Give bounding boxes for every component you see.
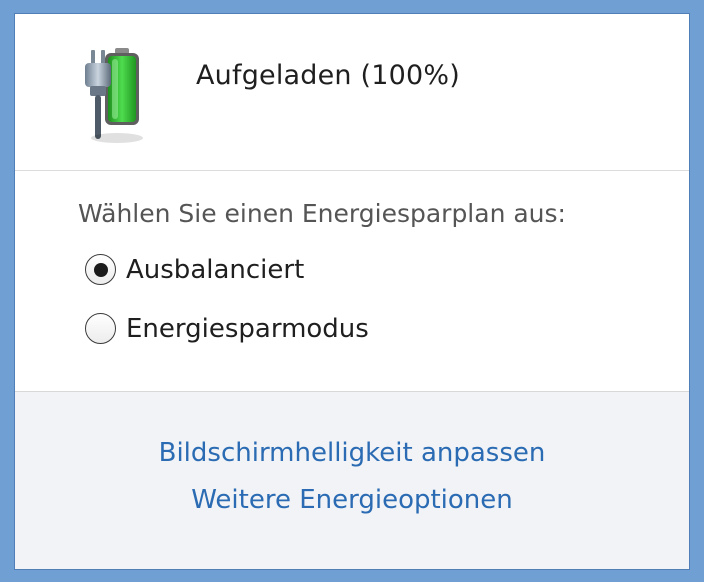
- power-links-footer: Bildschirmhelligkeit anpassen Weitere En…: [15, 392, 689, 569]
- radio-button-selected[interactable]: [85, 254, 116, 285]
- battery-flyout: Aufgeladen (100%) Wählen Sie einen Energ…: [14, 13, 690, 570]
- plan-option-ausbalanciert[interactable]: Ausbalanciert: [85, 254, 304, 285]
- more-power-options-link[interactable]: Weitere Energieoptionen: [15, 485, 689, 515]
- battery-charging-plug-icon: [85, 48, 143, 143]
- window-frame: Aufgeladen (100%) Wählen Sie einen Energ…: [0, 0, 704, 582]
- battery-status-row: Aufgeladen (100%): [15, 14, 689, 171]
- plan-option-label: Ausbalanciert: [126, 254, 305, 285]
- plan-option-energiesparmodus[interactable]: Energiesparmodus: [85, 313, 369, 344]
- radio-button-unselected[interactable]: [85, 313, 116, 344]
- plan-option-label: Energiesparmodus: [126, 313, 369, 344]
- power-plan-heading: Wählen Sie einen Energiesparplan aus:: [78, 199, 566, 228]
- battery-status-text: Aufgeladen (100%): [196, 60, 460, 91]
- adjust-brightness-link[interactable]: Bildschirmhelligkeit anpassen: [15, 438, 689, 468]
- power-plan-section: Wählen Sie einen Energiesparplan aus: Au…: [15, 171, 689, 392]
